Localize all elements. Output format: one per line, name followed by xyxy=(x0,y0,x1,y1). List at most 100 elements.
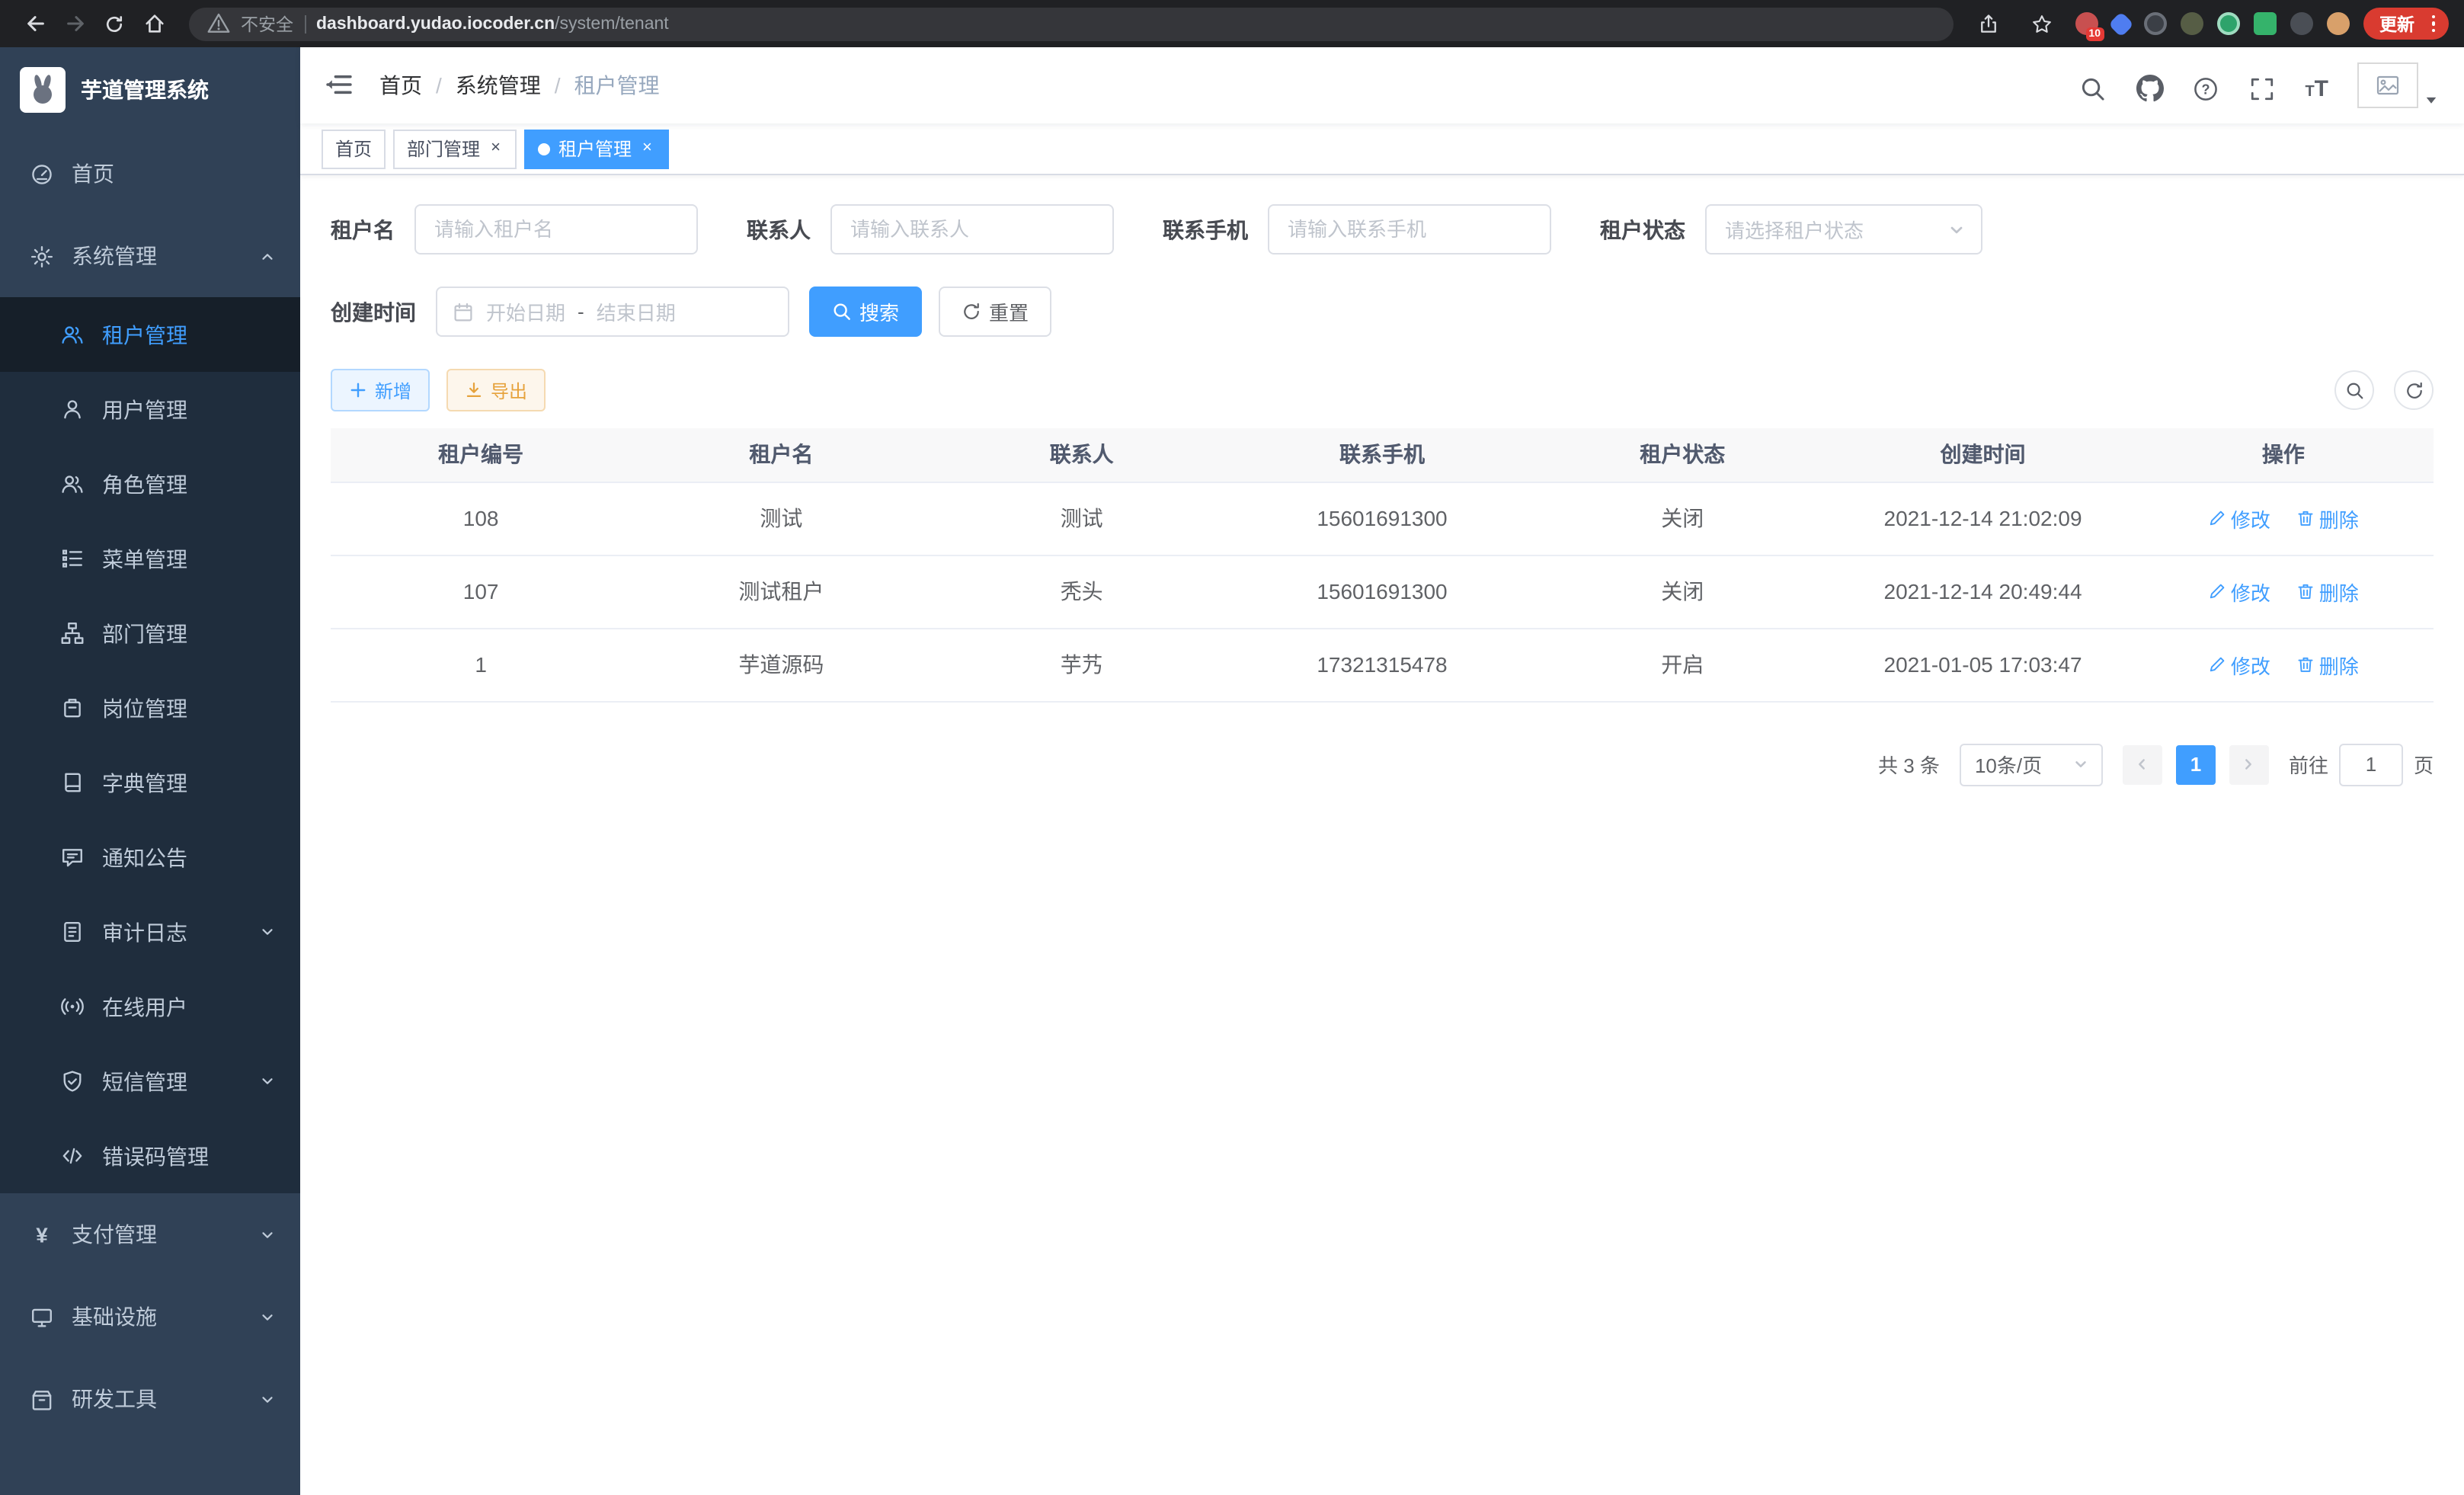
tab-home[interactable]: 首页 xyxy=(322,129,386,168)
sidebar-item-error-code[interactable]: 错误码管理 xyxy=(0,1119,300,1193)
avatar[interactable] xyxy=(2357,62,2418,108)
export-button[interactable]: 导出 xyxy=(446,369,546,411)
update-button[interactable]: 更新 xyxy=(2363,8,2449,40)
close-icon[interactable]: × xyxy=(639,139,655,158)
extension-icon[interactable] xyxy=(2290,12,2312,35)
cell-phone: 15601691300 xyxy=(1232,555,1532,628)
bookmark-star-icon[interactable] xyxy=(2021,4,2061,43)
edit-button[interactable]: 修改 xyxy=(2208,504,2270,533)
chevron-down-icon xyxy=(259,1073,276,1090)
extension-icon[interactable] xyxy=(2216,12,2239,35)
tab-tenant[interactable]: 租户管理 × xyxy=(525,129,669,168)
breadcrumb-home[interactable]: 首页 xyxy=(379,70,422,101)
filter-tenant-name: 租户名 xyxy=(331,204,698,255)
edit-button[interactable]: 修改 xyxy=(2208,577,2270,606)
cell-status: 关闭 xyxy=(1532,555,1832,628)
extension-icon[interactable]: 10 xyxy=(2075,12,2098,35)
share-icon[interactable] xyxy=(1968,4,2008,43)
sidebar-item-label: 审计日志 xyxy=(102,917,187,947)
forward-icon[interactable] xyxy=(55,4,94,43)
user-menu[interactable] xyxy=(2357,62,2440,108)
cell-actions: 修改 删除 xyxy=(2133,555,2434,628)
sidebar-item-system[interactable]: 系统管理 xyxy=(0,215,300,297)
reset-button[interactable]: 重置 xyxy=(939,287,1051,337)
date-range-picker[interactable]: 开始日期 - 结束日期 xyxy=(436,287,789,337)
address-bar[interactable]: 不安全 dashboard.yudao.iocoder.cn/system/te… xyxy=(189,7,1953,40)
sidebar-item-dept[interactable]: 部门管理 xyxy=(0,596,300,671)
list-icon xyxy=(61,547,84,570)
extension-icon[interactable] xyxy=(2143,12,2166,35)
sidebar-item-sms[interactable]: 短信管理 xyxy=(0,1044,300,1119)
document-icon xyxy=(61,920,84,943)
column-header: 操作 xyxy=(2133,428,2434,482)
sidebar-item-tenant[interactable]: 租户管理 xyxy=(0,297,300,372)
url-path: /system/tenant xyxy=(555,14,669,33)
sidebar-item-infra[interactable]: 基础设施 xyxy=(0,1276,300,1358)
svg-text:?: ? xyxy=(2202,81,2210,96)
sidebar-item-menu[interactable]: 菜单管理 xyxy=(0,521,300,596)
status-select[interactable]: 请选择租户状态 xyxy=(1705,204,1982,255)
edit-icon xyxy=(2208,509,2226,527)
cell-created: 2021-12-14 20:49:44 xyxy=(1832,555,2133,628)
prev-page-button[interactable] xyxy=(2123,744,2162,784)
cell-status: 开启 xyxy=(1532,628,1832,701)
sidebar-item-label: 菜单管理 xyxy=(102,543,187,574)
page-button-1[interactable]: 1 xyxy=(2176,744,2216,784)
sidebar-item-online-user[interactable]: 在线用户 xyxy=(0,969,300,1044)
sidebar-item-notice[interactable]: 通知公告 xyxy=(0,820,300,895)
phone-input[interactable] xyxy=(1268,204,1551,255)
fullscreen-icon[interactable] xyxy=(2248,75,2276,102)
sidebar-item-role[interactable]: 角色管理 xyxy=(0,447,300,521)
kebab-menu-icon[interactable] xyxy=(2424,15,2443,33)
font-size-icon[interactable]: TT xyxy=(2305,76,2328,102)
goto-page-input[interactable] xyxy=(2339,743,2403,786)
extension-icon[interactable] xyxy=(2180,12,2203,35)
filter-row-1: 租户名 联系人 联系手机 租户状态 请选择租户状态 xyxy=(331,204,2434,255)
sidebar-item-audit-log[interactable]: 审计日志 xyxy=(0,895,300,969)
sidebar-item-user[interactable]: 用户管理 xyxy=(0,372,300,447)
edit-button[interactable]: 修改 xyxy=(2208,650,2270,679)
cell-contact: 芋艿 xyxy=(932,628,1232,701)
sidebar-item-label: 错误码管理 xyxy=(102,1141,209,1171)
reload-icon[interactable] xyxy=(94,4,134,43)
sidebar-item-home[interactable]: 首页 xyxy=(0,133,300,215)
help-icon[interactable]: ? xyxy=(2192,75,2219,102)
extension-icon[interactable] xyxy=(2253,12,2276,35)
divider xyxy=(304,14,306,33)
sidebar-item-devtools[interactable]: 研发工具 xyxy=(0,1358,300,1440)
home-icon[interactable] xyxy=(134,4,174,43)
next-page-button[interactable] xyxy=(2229,744,2269,784)
search-icon[interactable] xyxy=(2079,75,2107,102)
tenant-name-input[interactable] xyxy=(414,204,698,255)
button-label: 重置 xyxy=(989,297,1029,326)
sidebar-item-post[interactable]: 岗位管理 xyxy=(0,671,300,745)
github-icon[interactable] xyxy=(2136,75,2163,102)
search-button[interactable]: 搜索 xyxy=(809,287,922,337)
cell-contact: 秃头 xyxy=(932,555,1232,628)
refresh-table-icon[interactable] xyxy=(2394,370,2434,410)
sidebar-item-dict[interactable]: 字典管理 xyxy=(0,745,300,820)
delete-button[interactable]: 删除 xyxy=(2296,650,2359,679)
show-search-icon[interactable] xyxy=(2334,370,2374,410)
book-icon xyxy=(61,771,84,794)
column-header: 联系人 xyxy=(932,428,1232,482)
button-label: 导出 xyxy=(491,377,527,403)
tab-label: 部门管理 xyxy=(407,136,480,162)
cell-tenant-id: 1 xyxy=(331,628,631,701)
sidebar-item-payment[interactable]: ¥ 支付管理 xyxy=(0,1193,300,1276)
delete-button[interactable]: 删除 xyxy=(2296,577,2359,606)
column-header: 租户编号 xyxy=(331,428,631,482)
contact-input[interactable] xyxy=(830,204,1114,255)
tab-label: 首页 xyxy=(335,136,372,162)
extension-icon[interactable] xyxy=(2107,11,2133,37)
back-icon[interactable] xyxy=(15,4,55,43)
breadcrumb-system[interactable]: 系统管理 xyxy=(456,70,541,101)
button-label: 新增 xyxy=(375,377,411,403)
extension-icon[interactable] xyxy=(2326,12,2349,35)
collapse-sidebar-icon[interactable] xyxy=(325,70,355,101)
close-icon[interactable]: × xyxy=(488,139,504,158)
page-size-select[interactable]: 10条/页 xyxy=(1960,743,2103,786)
tab-dept[interactable]: 部门管理 × xyxy=(393,129,517,168)
delete-button[interactable]: 删除 xyxy=(2296,504,2359,533)
add-button[interactable]: 新增 xyxy=(331,369,430,411)
